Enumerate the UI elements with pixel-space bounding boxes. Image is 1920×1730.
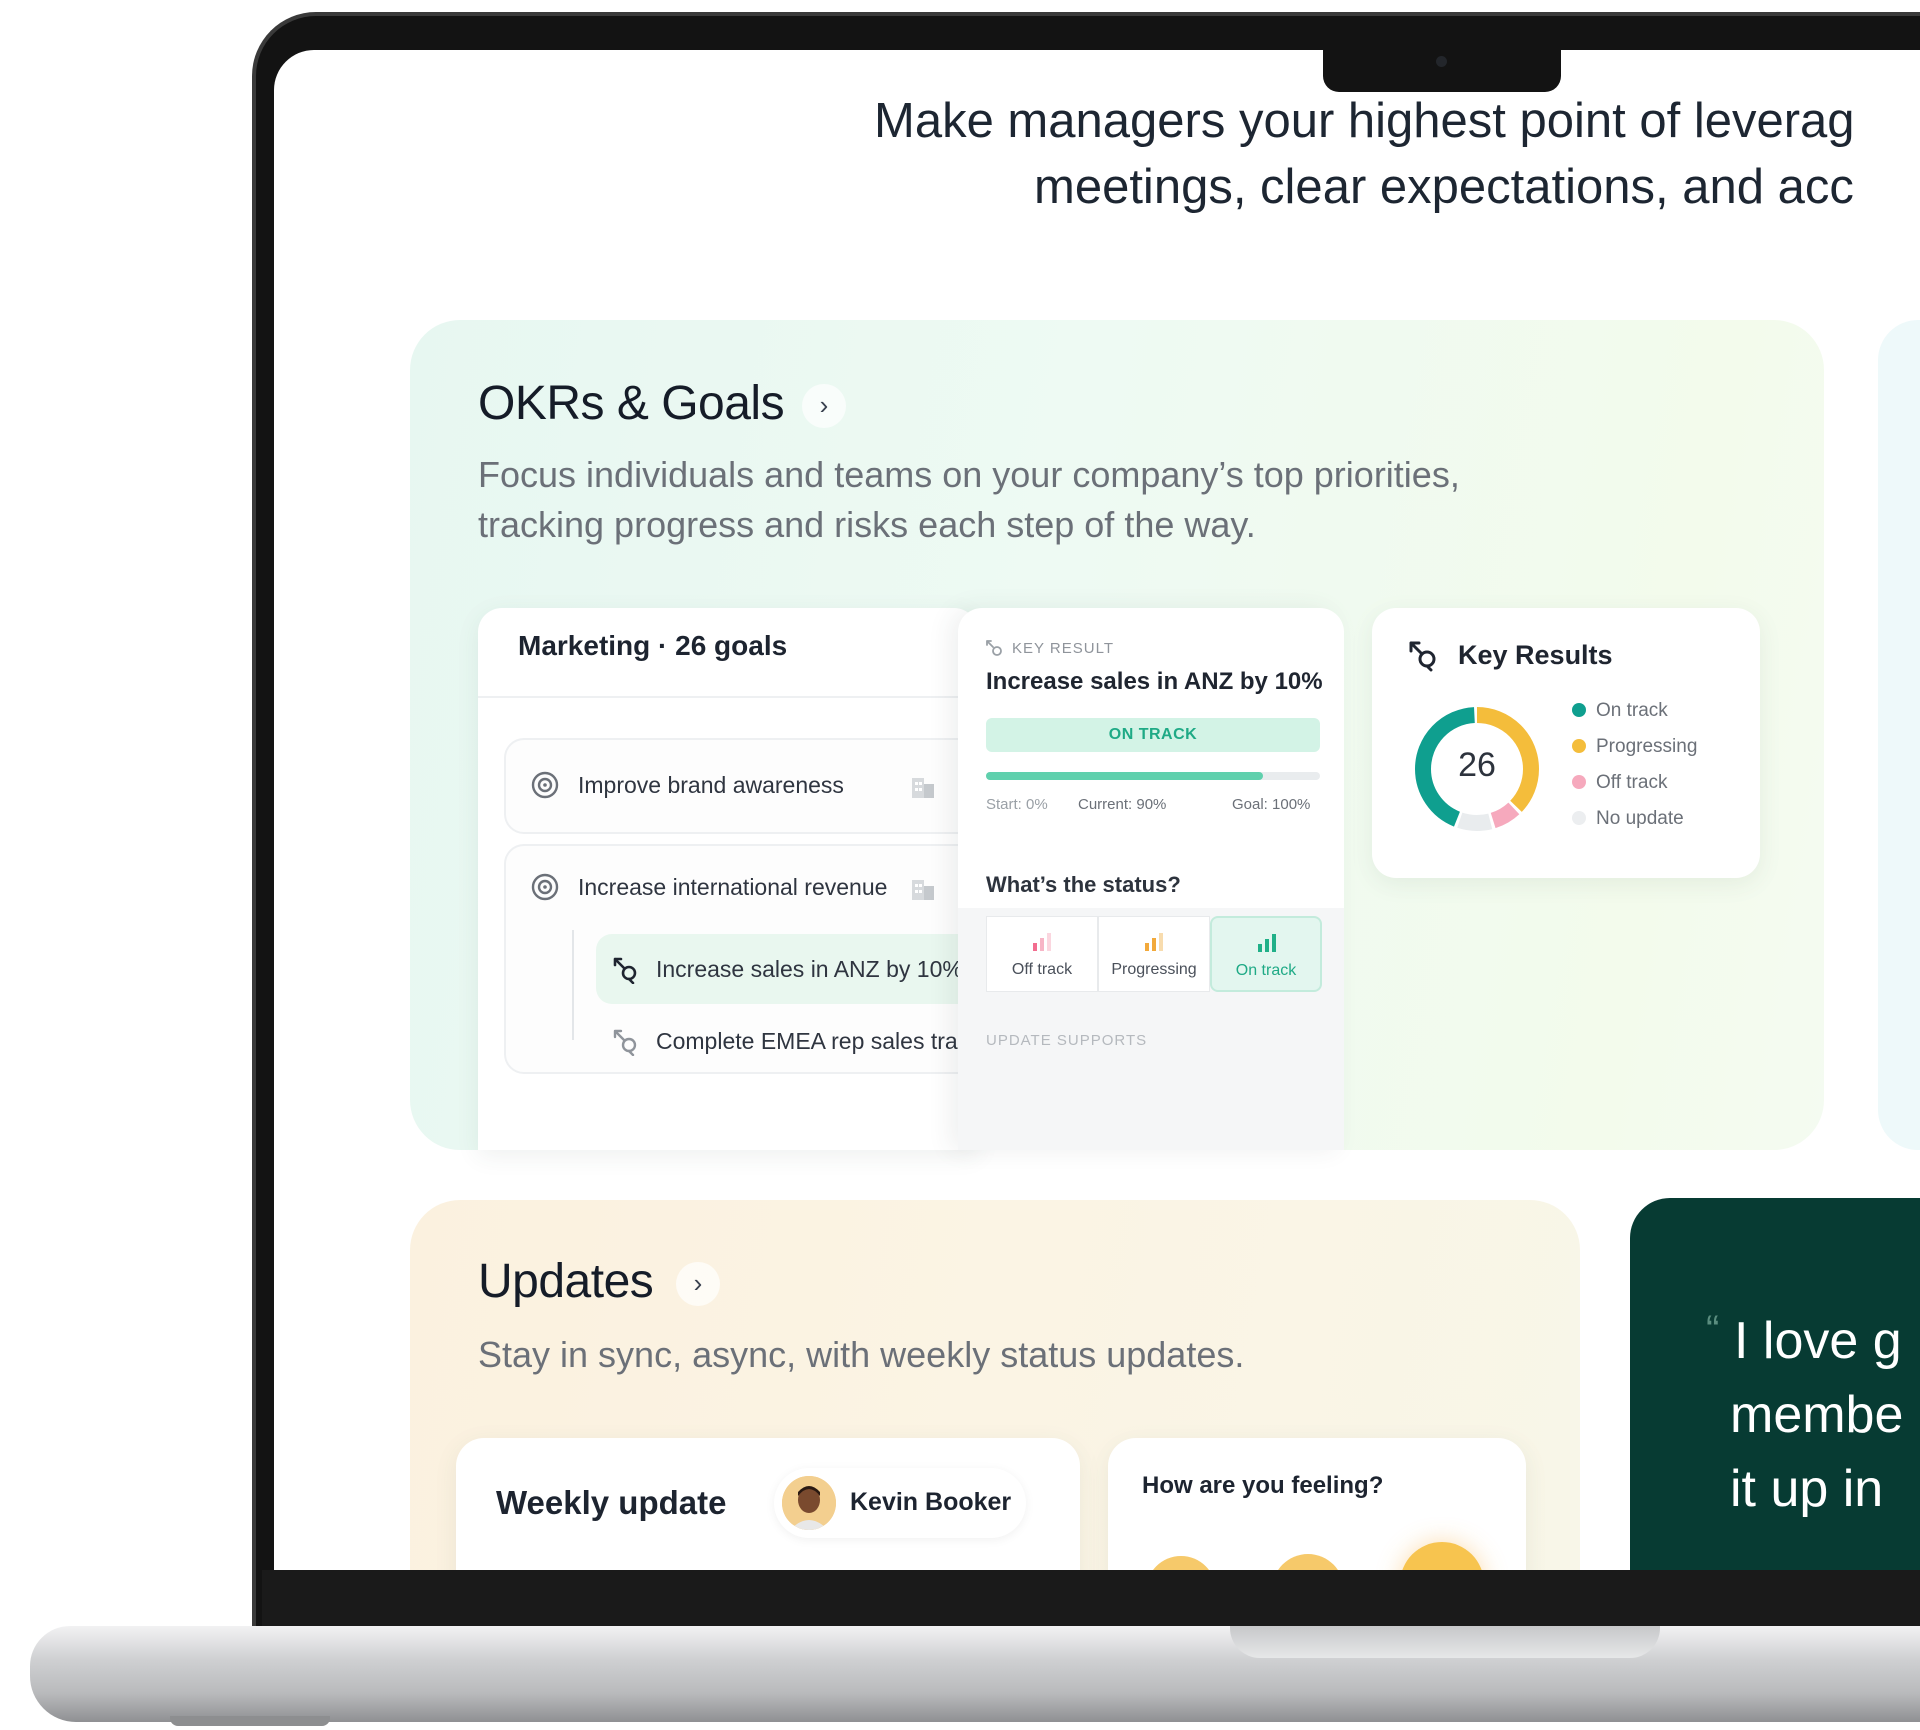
key-results-title: Key Results (1458, 640, 1613, 670)
testimonial-card: “ I love g membe it up in (1630, 1198, 1920, 1570)
legend-label: On track (1596, 700, 1668, 721)
laptop-foot (170, 1716, 330, 1726)
person-name: Kevin Booker (850, 1488, 1012, 1516)
key-result-row[interactable]: Increase sales in ANZ by 10% (596, 934, 978, 1004)
key-result-label: Increase sales in ANZ by 10% (656, 956, 963, 982)
okrs-desc-line-1: Focus individuals and teams on your comp… (478, 454, 1460, 495)
hero-line-1: Make managers your highest point of leve… (874, 94, 1855, 148)
key-results-total: 26 (1458, 746, 1496, 784)
status-badge-text: ON TRACK (1108, 726, 1198, 743)
progress-start: Start: 0% (986, 796, 1048, 813)
legend-item-off-track: Off track (1572, 772, 1667, 794)
legend-dot (1572, 811, 1586, 825)
goals-list-panel: Marketing · 26 goals Improve brand aware… (478, 608, 978, 1150)
quote-mark-icon: “ (1706, 1308, 1720, 1352)
avatar-image (782, 1476, 836, 1530)
legend-item-progressing: Progressing (1572, 736, 1697, 758)
person-chip[interactable]: Kevin Booker (774, 1468, 1026, 1538)
key-result-title: Increase sales in ANZ by 10% (986, 668, 1323, 695)
status-option-label: On track (1235, 962, 1297, 979)
legend-dot (1572, 775, 1586, 789)
key-result-icon (986, 640, 1002, 656)
weekly-update-title: Weekly update (496, 1484, 727, 1521)
legend-dot (1572, 703, 1586, 717)
testimonial-line-3: it up in (1730, 1460, 1884, 1518)
legend-dot (1572, 739, 1586, 753)
goal-label: Improve brand awareness (578, 772, 844, 798)
okrs-desc-line-2: tracking progress and risks each step of… (478, 504, 1256, 545)
target-icon (531, 771, 559, 799)
updates-chevron-right-icon[interactable]: › (676, 1262, 720, 1306)
legend-item-on-track: On track (1572, 700, 1668, 722)
goals-panel-header: Marketing · 26 goals (518, 630, 788, 661)
sad-face-icon[interactable] (1146, 1556, 1216, 1570)
key-result-icon (1409, 641, 1436, 672)
testimonial-line-2: membe (1730, 1386, 1904, 1444)
goal-label[interactable]: Increase international revenue (578, 874, 887, 901)
updates-title[interactable]: Updates (478, 1254, 654, 1309)
key-result-detail-panel: KEY RESULT Increase sales in ANZ by 10% … (958, 608, 1344, 1150)
status-option-on-track[interactable]: On track (1210, 916, 1322, 992)
target-icon (531, 873, 559, 901)
okrs-title[interactable]: OKRs & Goals (478, 376, 785, 431)
next-feature-card-peek (1878, 320, 1920, 1150)
status-option-label: Off track (1011, 961, 1073, 978)
status-question: What’s the status? (986, 872, 1181, 897)
hero-line-2: meetings, clear expectations, and acc (1034, 160, 1854, 214)
base-opening (1230, 1626, 1660, 1658)
testimonial-line-1: I love g (1734, 1312, 1902, 1370)
status-option-label: Progressing (1111, 961, 1197, 978)
weekly-update-card[interactable]: Weekly update Kevin Booker (456, 1438, 1080, 1570)
key-result-label: Complete EMEA rep sales trainin (656, 1028, 978, 1054)
key-result-row[interactable]: Complete EMEA rep sales trainin (596, 1006, 978, 1076)
legend-item-no-update: No update (1572, 808, 1684, 830)
legend-label: Off track (1596, 772, 1668, 793)
update-supports-label: UPDATE SUPPORTS (986, 1032, 1148, 1049)
status-option-progressing[interactable]: Progressing (1098, 916, 1210, 992)
screen-bezel-bottom (262, 1570, 1920, 1630)
hero-headline: Make managers your highest point of leve… (874, 88, 1920, 220)
key-result-icon (613, 957, 637, 984)
key-results-summary-panel: Key Results 26 On track Progressing Off … (1372, 608, 1760, 878)
bars-icon (1145, 933, 1163, 951)
feeling-question: How are you feeling? (1142, 1472, 1384, 1499)
progress-fill (986, 772, 1264, 780)
legend-label: No update (1596, 808, 1684, 829)
building-icon (912, 778, 934, 798)
bars-icon (1258, 934, 1276, 952)
neutral-face-icon[interactable] (1272, 1554, 1344, 1570)
status-badge: ON TRACK (986, 718, 1320, 752)
key-result-icon (613, 1029, 637, 1056)
camera-notch (1323, 46, 1561, 92)
happy-face-icon[interactable] (1400, 1542, 1484, 1570)
progress-current: Current: 90% (1078, 796, 1167, 813)
key-result-tag: KEY RESULT (1012, 640, 1114, 657)
testimonial-text: I love g membe it up in (1730, 1304, 1903, 1526)
updates-description: Stay in sync, async, with weekly status … (478, 1334, 1245, 1375)
legend-label: Progressing (1596, 736, 1698, 757)
avatar (782, 1476, 836, 1530)
camera-icon (1436, 56, 1447, 67)
progress-bar (986, 772, 1320, 780)
goal-group: Increase international revenue Increase … (504, 844, 978, 1074)
tree-connector (572, 930, 574, 1040)
goal-row[interactable]: Improve brand awareness (504, 738, 978, 834)
progress-goal: Goal: 100% (1232, 796, 1311, 813)
divider (478, 696, 978, 698)
building-icon (912, 880, 934, 900)
feeling-card[interactable]: How are you feeling? (1108, 1438, 1526, 1570)
bars-icon (1033, 933, 1051, 951)
laptop-screen: Make managers your highest point of leve… (274, 50, 1920, 1570)
okrs-description: Focus individuals and teams on your comp… (478, 450, 1460, 550)
status-option-off-track[interactable]: Off track (986, 916, 1098, 992)
okrs-chevron-right-icon[interactable]: › (802, 384, 846, 428)
